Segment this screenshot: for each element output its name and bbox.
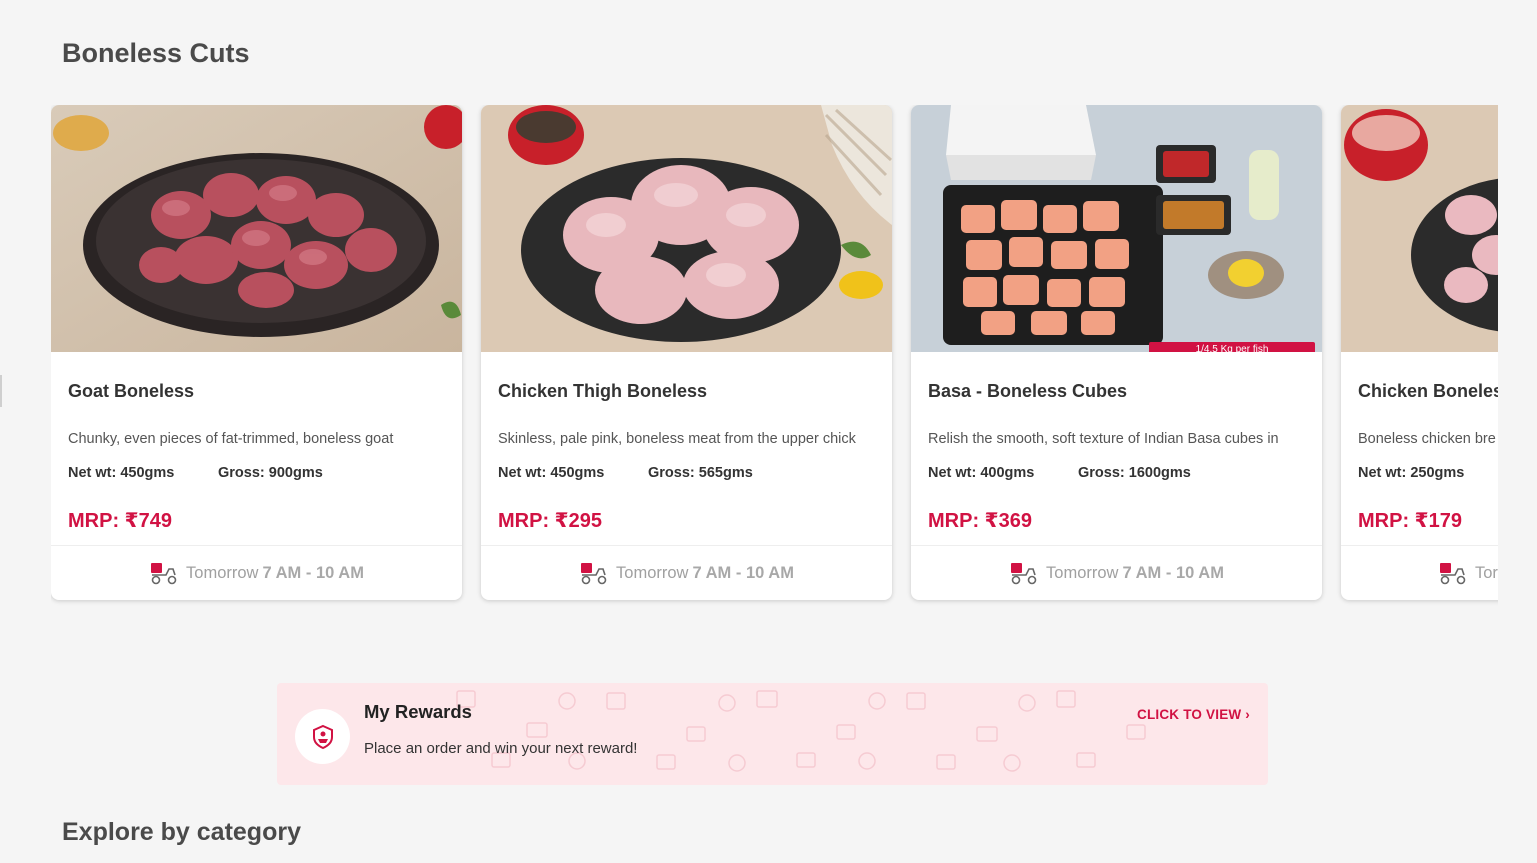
chicken-thigh-image <box>481 105 892 352</box>
goat-meat-image <box>51 105 462 352</box>
scooter-delivery-icon <box>1011 563 1037 585</box>
rewards-badge-icon <box>312 724 333 749</box>
product-info: Chicken Thigh Boneless Skinless, pale pi… <box>481 352 892 545</box>
product-price: MRP: ₹749 <box>68 510 172 532</box>
product-weights: Net wt: 450gms Gross: 900gms <box>68 465 323 481</box>
product-card-chicken-boneless[interactable]: Chicken Boneless Boneless chicken bre Ne… <box>1341 105 1498 600</box>
product-name[interactable]: Chicken Thigh Boneless <box>498 381 707 402</box>
product-description: Boneless chicken bre <box>1358 431 1496 447</box>
delivery-day: Tomorrow <box>616 563 689 582</box>
rewards-badge <box>295 709 350 764</box>
net-weight: Net wt: 450gms <box>498 465 605 481</box>
product-card-chicken-thigh-boneless[interactable]: Chicken Thigh Boneless Skinless, pale pi… <box>481 105 892 600</box>
carousel-prev-edge[interactable] <box>0 375 2 407</box>
product-name[interactable]: Basa - Boneless Cubes <box>928 381 1127 402</box>
delivery-day: Tomorrow <box>1046 563 1119 582</box>
rewards-pattern <box>456 690 1146 772</box>
delivery-info: Tomorrow 7 AM - 10 AM <box>481 545 892 600</box>
product-card-basa-boneless-cubes[interactable]: 1/4.5 Kg per fish Basa - Boneless Cubes … <box>911 105 1322 600</box>
delivery-day: Tor <box>1475 563 1498 582</box>
delivery-slot: 7 AM - 10 AM <box>692 563 794 582</box>
gross-weight: Gross: 565gms <box>648 465 753 481</box>
gross-weight: Gross: 900gms <box>218 465 323 481</box>
delivery-info: Tomorrow 7 AM - 10 AM <box>911 545 1322 600</box>
product-price: MRP: ₹369 <box>928 510 1032 532</box>
delivery-info: Tomorrow 7 AM - 10 AM <box>51 545 462 600</box>
chicken-boneless-image <box>1341 105 1498 352</box>
product-info: Goat Boneless Chunky, even pieces of fat… <box>51 352 462 545</box>
product-weights: Net wt: 250gms <box>1358 465 1498 481</box>
product-description: Relish the smooth, soft texture of India… <box>928 431 1279 447</box>
product-image[interactable] <box>51 105 462 352</box>
product-image[interactable] <box>1341 105 1498 352</box>
product-name[interactable]: Goat Boneless <box>68 381 194 402</box>
product-description: Chunky, even pieces of fat-trimmed, bone… <box>68 431 394 447</box>
product-name[interactable]: Chicken Boneless <box>1358 381 1498 402</box>
rewards-subtitle: Place an order and win your next reward! <box>364 740 638 757</box>
product-weights: Net wt: 400gms Gross: 1600gms <box>928 465 1191 481</box>
net-weight: Net wt: 400gms <box>928 465 1035 481</box>
delivery-day: Tomorrow <box>186 563 259 582</box>
gross-weight: Gross: 1600gms <box>1078 465 1191 481</box>
delivery-slot: 7 AM - 10 AM <box>1122 563 1224 582</box>
net-weight: Net wt: 250gms <box>1358 465 1465 481</box>
scooter-delivery-icon <box>581 563 607 585</box>
product-price: MRP: ₹295 <box>498 510 602 532</box>
product-image[interactable]: 1/4.5 Kg per fish <box>911 105 1322 352</box>
rewards-click-to-view-link[interactable]: CLICK TO VIEW › <box>1137 707 1250 722</box>
product-info: Chicken Boneless Boneless chicken bre Ne… <box>1341 352 1498 545</box>
product-card-goat-boneless[interactable]: Goat Boneless Chunky, even pieces of fat… <box>51 105 462 600</box>
product-carousel[interactable]: Goat Boneless Chunky, even pieces of fat… <box>51 105 1498 615</box>
section-title: Boneless Cuts <box>62 38 250 68</box>
delivery-slot: 7 AM - 10 AM <box>262 563 364 582</box>
rewards-banner[interactable]: My Rewards Place an order and win your n… <box>277 683 1268 785</box>
product-info: Basa - Boneless Cubes Relish the smooth,… <box>911 352 1322 545</box>
basa-cubes-image <box>911 105 1322 352</box>
product-weights: Net wt: 450gms Gross: 565gms <box>498 465 753 481</box>
product-description: Skinless, pale pink, boneless meat from … <box>498 431 856 447</box>
delivery-info: Tor <box>1341 545 1498 600</box>
product-image[interactable] <box>481 105 892 352</box>
scooter-delivery-icon <box>1440 563 1466 585</box>
scooter-delivery-icon <box>151 563 177 585</box>
rewards-title: My Rewards <box>364 701 472 722</box>
carousel-track: Goat Boneless Chunky, even pieces of fat… <box>51 105 1498 615</box>
net-weight: Net wt: 450gms <box>68 465 175 481</box>
product-price: MRP: ₹179 <box>1358 510 1462 532</box>
pack-size-badge: 1/4.5 Kg per fish <box>1149 342 1315 352</box>
explore-by-category-title: Explore by category <box>62 818 301 846</box>
